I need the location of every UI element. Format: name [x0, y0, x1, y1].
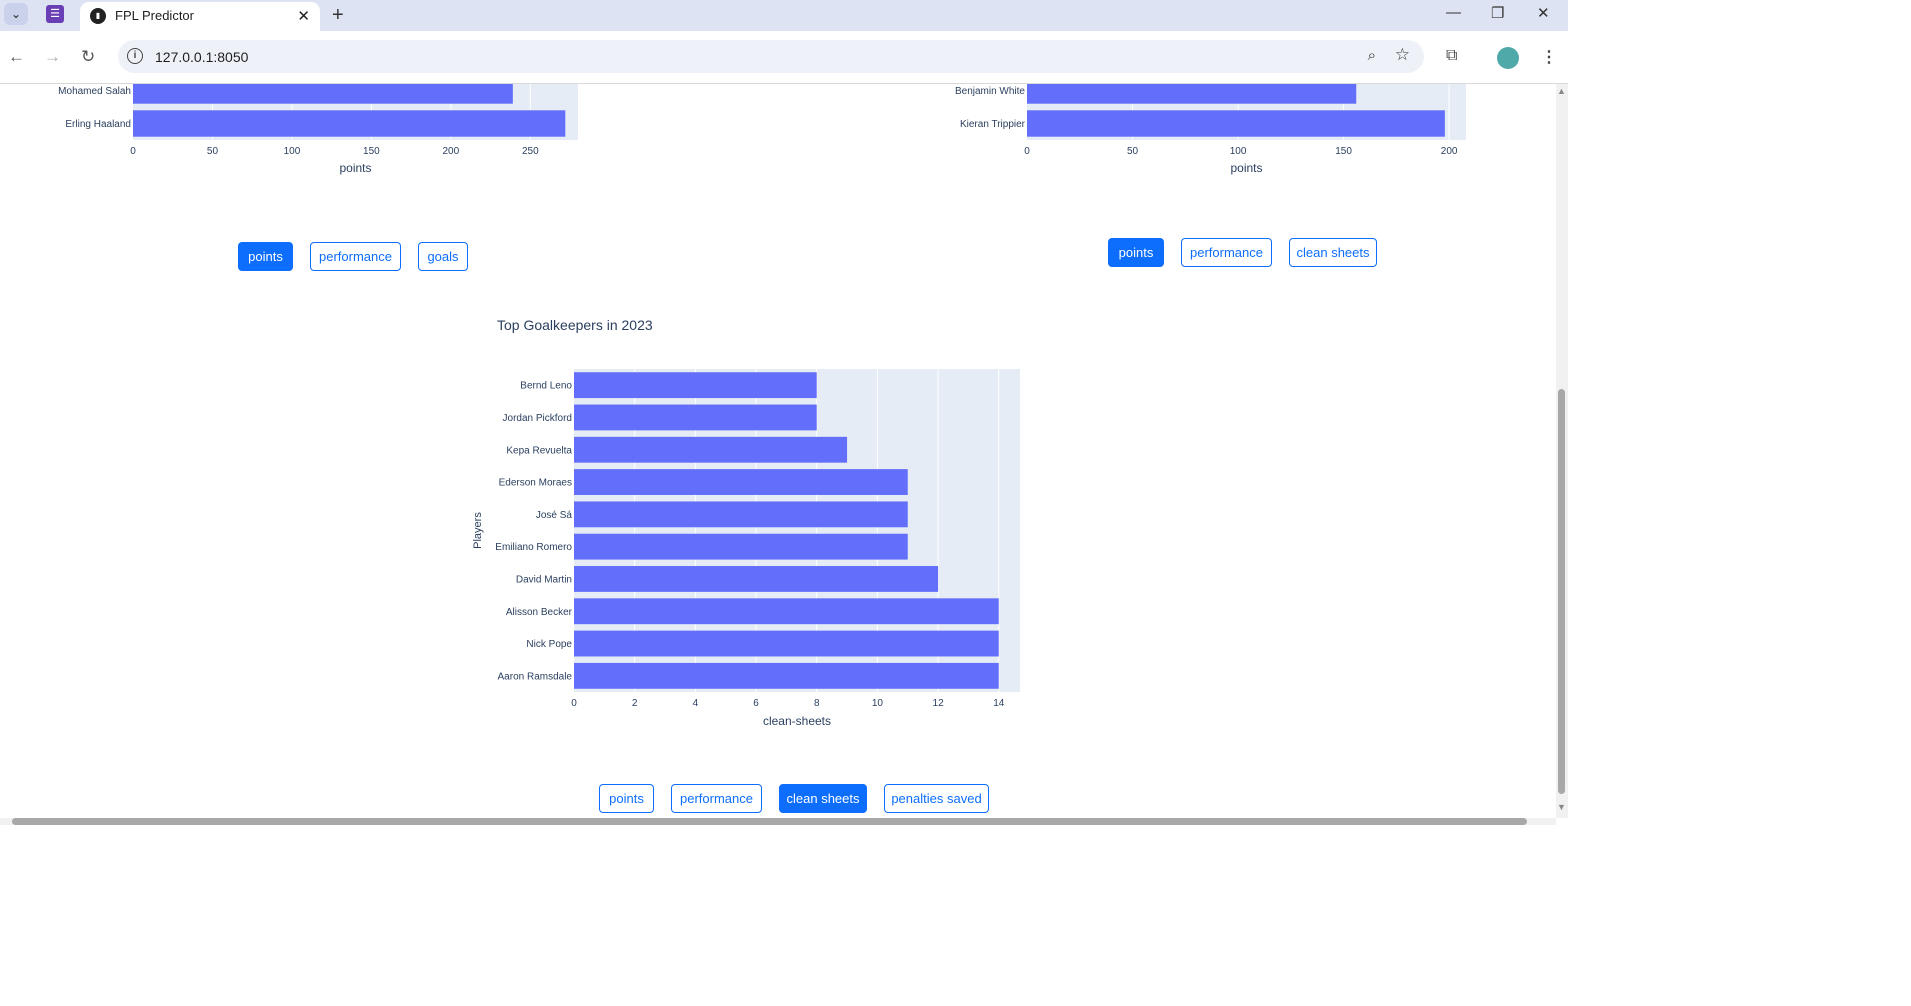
x-tick-label: 14: [993, 698, 1005, 709]
y-tick-label: Kepa Revuelta: [506, 445, 572, 456]
avatar-icon[interactable]: [1497, 47, 1519, 69]
star-icon[interactable]: ☆: [1395, 45, 1410, 65]
goalkeepers-performance-button[interactable]: performance: [671, 784, 762, 813]
menu-icon[interactable]: ⋮: [1541, 47, 1557, 67]
y-tick-label: Benjamin White: [955, 86, 1025, 97]
y-tick-label: Erling Haaland: [65, 119, 131, 130]
y-tick-label: Nick Pope: [526, 639, 572, 650]
address-bar[interactable]: i 127.0.0.1:8050 ⌕ ☆: [118, 40, 1424, 73]
y-tick-label: Emiliano Romero: [495, 542, 572, 553]
y-tick-label: José Sá: [536, 510, 573, 521]
back-icon[interactable]: ←: [8, 47, 25, 67]
x-tick-label: 200: [443, 146, 460, 157]
y-axis-title: Players: [472, 512, 484, 549]
bar: [574, 662, 999, 689]
bar: [574, 404, 817, 431]
minimize-icon[interactable]: —: [1446, 4, 1461, 21]
x-axis-title: points: [1230, 161, 1262, 175]
bar: [574, 469, 908, 495]
restore-icon[interactable]: ❐: [1491, 4, 1504, 22]
x-tick-label: 150: [1335, 146, 1352, 157]
new-tab-icon[interactable]: +: [332, 4, 344, 27]
x-tick-label: 0: [571, 698, 577, 709]
x-tick-label: 250: [522, 146, 539, 157]
x-tick-label: 10: [872, 698, 884, 709]
x-tick-label: 50: [1127, 146, 1139, 157]
extension-tab-icon[interactable]: ☰: [46, 5, 64, 23]
extensions-icon[interactable]: ⧉: [1446, 47, 1457, 65]
goalkeepers-points-button[interactable]: points: [599, 784, 654, 813]
defenders-performance-button[interactable]: performance: [1181, 238, 1272, 267]
bar: [574, 372, 817, 399]
defenders-clean-sheets-button[interactable]: clean sheets: [1289, 238, 1377, 267]
y-tick-label: David Martin: [516, 574, 572, 585]
horizontal-scrollbar[interactable]: [0, 818, 1556, 825]
x-tick-label: 2: [632, 698, 638, 709]
y-tick-label: Bernd Leno: [520, 381, 572, 392]
x-tick-label: 150: [363, 146, 380, 157]
goalkeepers-clean-sheets-button[interactable]: clean sheets: [779, 784, 867, 813]
browser-toolbar: ← → ↻ i 127.0.0.1:8050 ⌕ ☆ ⧉ ⋮: [0, 31, 1568, 84]
x-axis-title: clean-sheets: [763, 714, 831, 728]
page-content: 0 50 100 150 200 250 Mohamed Salah Erling Haala…: [0, 84, 1556, 818]
forwards-goals-button[interactable]: goals: [418, 242, 468, 271]
x-axis-title: points: [339, 161, 371, 175]
bar: [133, 110, 566, 137]
scroll-up-icon[interactable]: ▲: [1557, 86, 1566, 96]
scroll-down-icon[interactable]: ▼: [1557, 802, 1566, 812]
forwards-points-button[interactable]: points: [238, 242, 293, 271]
x-tick-label: 0: [1024, 146, 1030, 157]
tab-title: FPL Predictor: [115, 8, 194, 23]
x-tick-label: 4: [693, 698, 699, 709]
defenders-points-button[interactable]: points: [1108, 238, 1164, 267]
info-icon[interactable]: i: [127, 48, 143, 64]
y-tick-label: Jordan Pickford: [503, 413, 572, 424]
bar: [574, 533, 908, 560]
close-icon[interactable]: ✕: [297, 7, 310, 25]
bar: [1027, 110, 1445, 137]
x-tick-label: 200: [1441, 146, 1458, 157]
x-tick-label: 12: [933, 698, 945, 709]
bar: [1027, 84, 1357, 104]
x-tick-label: 6: [753, 698, 759, 709]
forward-icon[interactable]: →: [44, 47, 61, 67]
tab-strip: ⌄ ☰ ▮ FPL Predictor ✕ + — ❐ ✕: [0, 0, 1568, 31]
chart-title: Top Goalkeepers in 2023: [497, 317, 653, 333]
forwards-performance-button[interactable]: performance: [310, 242, 401, 271]
forwards-chart: 0 50 100 150 200 250 Mohamed Salah Erling Haala…: [58, 84, 578, 175]
x-tick-label: 8: [814, 698, 820, 709]
bar: [133, 84, 513, 104]
bar: [574, 598, 999, 625]
bar: [574, 566, 939, 592]
vertical-scrollbar[interactable]: ▲ ▼: [1556, 84, 1568, 818]
x-tick-label: 100: [284, 146, 301, 157]
y-tick-label: Aaron Ramsdale: [498, 671, 573, 682]
goalkeepers-chart: 0 2 4 6 8 10 12 14 Bernd Leno Jordan Pickford Kepa…: [472, 317, 1020, 728]
window-close-icon[interactable]: ✕: [1537, 4, 1550, 22]
goalkeepers-penalties-saved-button[interactable]: penalties saved: [884, 784, 989, 813]
bar: [574, 436, 848, 463]
y-tick-label: Ederson Moraes: [499, 478, 572, 489]
chevron-down-icon[interactable]: ⌄: [4, 3, 28, 25]
browser-tab[interactable]: ▮ FPL Predictor ✕: [80, 2, 320, 31]
defenders-chart: 0 50 100 150 200 Benjamin White Kieran Trippie…: [955, 84, 1466, 175]
bar: [574, 501, 908, 528]
vertical-scroll-thumb[interactable]: [1558, 389, 1565, 794]
zoom-icon[interactable]: ⌕: [1368, 47, 1376, 64]
x-tick-label: 100: [1230, 146, 1247, 157]
url-text[interactable]: 127.0.0.1:8050: [155, 49, 248, 65]
y-tick-label: Alisson Becker: [506, 607, 573, 618]
bar: [574, 630, 999, 657]
x-tick-label: 0: [130, 146, 136, 157]
horizontal-scroll-thumb[interactable]: [12, 818, 1527, 825]
y-tick-label: Kieran Trippier: [960, 119, 1026, 130]
y-tick-label: Mohamed Salah: [58, 86, 131, 97]
reload-icon[interactable]: ↻: [81, 47, 95, 67]
site-favicon: ▮: [90, 8, 106, 24]
x-tick-label: 50: [207, 146, 219, 157]
